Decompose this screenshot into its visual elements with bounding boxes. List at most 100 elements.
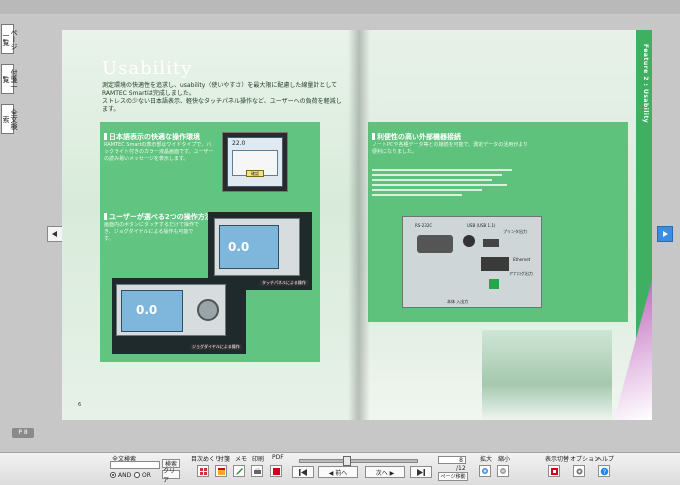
tab-fulltext-search[interactable]: 全文検索 (1, 104, 18, 134)
prev-page-arrow[interactable] (47, 226, 63, 242)
io-panel-caption: 本体 入出力 (447, 299, 469, 304)
sticky-icon-button[interactable] (215, 465, 227, 477)
and-radio[interactable] (110, 472, 116, 478)
page-number-left: 6 (78, 402, 82, 408)
rs232c-port (417, 235, 453, 253)
page-jump-button[interactable]: ページ移動 (438, 472, 468, 481)
people-photo (482, 330, 612, 420)
zoom-in-button[interactable] (479, 465, 491, 477)
section-body-japanese-display: RAMTEC Smartの表示部はワイドタイプで、バックライト付きのカラー液晶画… (104, 142, 214, 162)
touch-screen-value: 0.0 (228, 240, 250, 254)
jog-photo: 0.0 ジョグダイヤルによる操作 (112, 278, 246, 354)
print-label: 印刷 (252, 456, 265, 463)
analog-port (489, 279, 499, 289)
page-number-input[interactable]: 8 (438, 456, 466, 464)
skip-forward-icon (417, 468, 425, 476)
clear-button[interactable]: クリア (162, 468, 180, 484)
display-toggle-button[interactable] (548, 465, 560, 477)
touch-device: 0.0 (214, 218, 300, 276)
help-icon: ? (600, 467, 608, 476)
page-slider-thumb[interactable] (342, 456, 351, 466)
book-spread[interactable]: Usability 測定環境の快適性を追求し、usability（使いやすさ）を… (62, 30, 652, 420)
or-label: OR (142, 472, 151, 479)
lead-line-1: 測定環境の快適性を追求し、usability（使いやすさ）を最大限に配慮した線量… (102, 82, 338, 89)
jog-screen: 0.0 (121, 290, 183, 332)
port-label-analog: アナログ出力 (509, 271, 533, 276)
sticky-label: 付箋 (218, 456, 231, 463)
caption-touch: タッチパネルによる操作 (260, 280, 308, 286)
round-port (463, 235, 475, 247)
touch-screen: 0.0 (219, 225, 279, 269)
last-page-button[interactable] (410, 466, 432, 478)
fulltext-search-input[interactable] (110, 461, 160, 469)
dialog-confirm-button: 確認 (246, 170, 264, 177)
first-page-button[interactable] (292, 466, 314, 478)
print-icon-button[interactable] (251, 465, 263, 477)
options-button[interactable] (573, 465, 585, 477)
toc-icon-button[interactable] (197, 465, 209, 477)
section-heading-external-devices: 利便性の高い外部機器接続 (372, 132, 461, 142)
help-label: ヘルプ (596, 456, 615, 463)
dialog-screenshot: 22.0 確認 (222, 132, 288, 192)
zoom-out-button[interactable] (497, 465, 509, 477)
book-spine (348, 30, 370, 420)
pdf-icon (272, 467, 280, 475)
caption-jog: ジョグダイヤルによる操作 (190, 344, 242, 350)
tab-sticky-list[interactable]: 付箋一覧 (1, 64, 18, 94)
memo-label: メモ (235, 456, 248, 463)
section-body-two-operations: 画面内のボタンにタッチするだけで操作でき、ジョグダイヤルによる操作も可能です。 (104, 222, 200, 242)
io-panel: RS-232C USB (USB 1.1) プリンタ出力 Ethernet アナ… (402, 216, 542, 308)
lead-line-2: RAMTEC Smartは完成しました。 (102, 90, 195, 97)
section-heading-two-operations: ユーザーが選べる2つの操作方法 (104, 212, 212, 222)
and-label: AND (118, 472, 132, 479)
prev-button[interactable]: ◀ 前へ (318, 466, 358, 478)
skip-back-icon (299, 468, 307, 476)
printer-port (481, 257, 509, 271)
tab-page-list[interactable]: ページ一覧 (1, 24, 18, 54)
page-title: Usability (102, 58, 193, 79)
top-strip (0, 0, 680, 14)
feature-bullet-list (372, 166, 522, 202)
grid-icon (199, 467, 207, 475)
sticky-note-icon (217, 467, 225, 475)
help-button[interactable]: ? (598, 465, 610, 477)
usb-port (483, 239, 499, 247)
pdf-icon-button[interactable] (270, 465, 282, 477)
memo-icon-button[interactable] (233, 465, 245, 477)
zoom-in-label: 拡大 (480, 456, 493, 463)
page-slider-track[interactable] (299, 459, 418, 463)
port-label-rs232c: RS-232C (415, 223, 433, 228)
dialog-value: 22.0 (232, 140, 246, 147)
feature-band-text: Feature 2 : Usability (642, 44, 649, 124)
section-heading-japanese-display: 日本語表示の快適な操作環境 (104, 132, 200, 142)
port-label-printer: プリンタ出力 (503, 229, 527, 234)
triangle-right-icon (663, 231, 668, 237)
tab-fulltext-search-label: 全文検索 (2, 108, 18, 130)
jog-dial (197, 299, 219, 321)
lead-text: 測定環境の快適性を追求し、usability（使いやすさ）を最大限に配慮した線量… (102, 82, 342, 114)
dialog-screen: 22.0 確認 (227, 137, 283, 187)
jog-screen-value: 0.0 (136, 303, 158, 317)
jog-device: 0.0 (116, 284, 226, 336)
lead-line-3: ストレスの少ない日本語表示、軽快なタッチパネル操作など、ユーザーへの負荷を軽減し… (102, 98, 342, 113)
display-toggle-label: 表示切替 (545, 456, 570, 463)
port-label-usb: USB (USB 1.1) (467, 223, 496, 228)
page-total: /12 (456, 465, 466, 472)
zoom-in-icon (481, 467, 488, 474)
tab-page-list-label: ページ一覧 (2, 28, 18, 50)
zoom-out-label: 縮小 (498, 456, 511, 463)
next-button[interactable]: 次へ ▶ (365, 466, 405, 478)
port-label-ethernet: Ethernet (513, 257, 531, 262)
triangle-left-icon (52, 231, 57, 237)
pencil-icon (235, 467, 243, 475)
next-page-arrow[interactable] (657, 226, 673, 242)
printer-icon (253, 467, 261, 474)
toc-flip-label: 目次めくり (191, 456, 222, 463)
left-page: Usability 測定環境の快適性を追求し、usability（使いやすさ）を… (62, 30, 358, 420)
display-toggle-icon (550, 467, 558, 475)
or-radio[interactable] (134, 472, 140, 478)
zoom-out-icon (499, 467, 506, 474)
page-badge: P 8 (12, 428, 34, 438)
tab-sticky-list-label: 付箋一覧 (2, 68, 18, 90)
section-body-external-devices: ノートPCや各種データ等との接続を可能で、測定データの活用がより便利になりました… (372, 142, 528, 155)
